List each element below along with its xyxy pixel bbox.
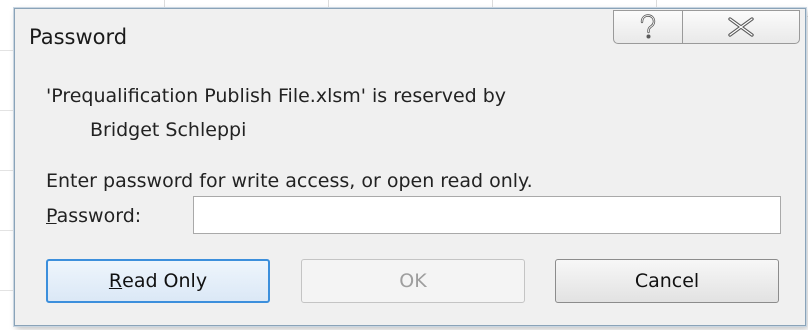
password-dialog: Password 'Prequalification Publish File.… — [14, 8, 806, 326]
read-only-mnemonic: R — [108, 270, 123, 292]
grid-line — [0, 230, 14, 231]
help-button[interactable] — [613, 10, 683, 44]
reserved-by-user: Bridget Schleppi — [90, 119, 247, 141]
password-label-mnemonic: P — [46, 205, 57, 227]
close-icon — [728, 17, 754, 37]
grid-line — [0, 170, 14, 171]
dialog-content: 'Prequalification Publish File.xlsm' is … — [15, 63, 805, 325]
ok-button[interactable]: OK — [301, 259, 525, 303]
grid-line — [0, 290, 14, 291]
instruction-text: Enter password for write access, or open… — [46, 170, 533, 192]
password-label-text: assword: — [56, 205, 142, 227]
password-input[interactable] — [193, 196, 781, 234]
cancel-button[interactable]: Cancel — [555, 259, 779, 303]
spreadsheet-row-strip — [0, 0, 14, 330]
read-only-label: ead Only — [122, 270, 208, 292]
grid-line — [0, 110, 14, 111]
read-only-button[interactable]: Read Only — [46, 259, 270, 303]
dialog-titlebar[interactable]: Password — [15, 9, 805, 63]
dialog-title: Password — [29, 25, 128, 49]
password-label: Password: — [46, 205, 141, 227]
grid-line — [0, 50, 14, 51]
close-button[interactable] — [682, 10, 800, 44]
reserved-message: 'Prequalification Publish File.xlsm' is … — [46, 85, 507, 107]
help-icon — [640, 14, 656, 39]
